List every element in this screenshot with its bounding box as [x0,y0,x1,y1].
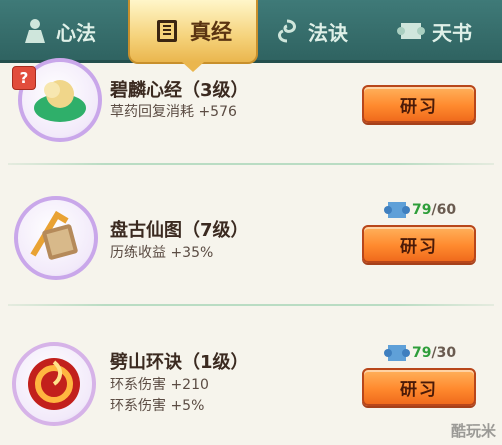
cost-need: 30 [436,345,457,361]
cost-have: 79 [412,202,432,218]
cost-have: 79 [412,345,432,361]
skill-avatar[interactable] [12,342,96,426]
question-badge[interactable]: ? [12,66,36,90]
skill-title: 劈山环诀（1级） [110,352,249,373]
material-cost: 79/60 [384,199,456,221]
flame-ring-icon [28,358,80,410]
list-item: ? 碧麟心经（3级） 草药回复消耗 +576 研习 [0,0,502,160]
skill-effect: 草药回复消耗 +576 [110,104,237,120]
skill-avatar[interactable] [14,196,98,280]
study-button[interactable]: 研习 [362,85,476,123]
divider [8,304,494,306]
watermark: 酷玩米 [450,422,496,440]
skill-effect: 环系伤害 +210 [110,377,209,393]
scroll-map-icon [30,210,78,260]
divider [8,163,494,165]
skill-effect: 历练收益 +35% [110,245,214,261]
scroll-material-icon [384,202,410,218]
skill-title: 碧麟心经（3级） [110,80,249,101]
scroll-material-icon [384,345,410,361]
skill-title: 盘古仙图（7级） [110,220,249,241]
jade-orb-icon [34,80,86,122]
skill-effect: 环系伤害 +5% [110,398,205,414]
cost-need: 60 [436,202,457,218]
material-cost: 79/30 [384,342,456,364]
study-button[interactable]: 研习 [362,368,476,406]
study-button[interactable]: 研习 [362,225,476,263]
